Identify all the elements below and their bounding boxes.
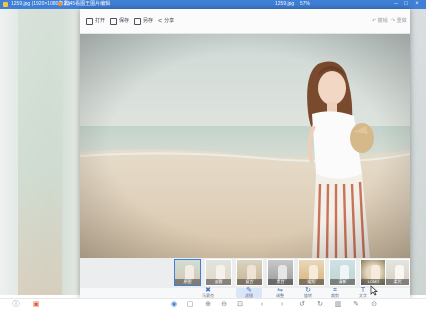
share-button[interactable]: < 分享 bbox=[158, 17, 174, 26]
trash-icon[interactable]: ▥ bbox=[334, 301, 342, 309]
zoom-level: 57% bbox=[300, 1, 311, 7]
rotate-right-icon[interactable]: ↻ bbox=[316, 301, 324, 309]
close-icon[interactable]: × bbox=[413, 1, 421, 8]
mouse-cursor-icon bbox=[370, 285, 378, 296]
save-as-icon bbox=[134, 18, 141, 25]
zoom-in-icon[interactable]: ⊕ bbox=[204, 301, 212, 309]
filter-thumb[interactable]: 清新 bbox=[329, 259, 356, 286]
folder-icon bbox=[86, 18, 93, 25]
filter-thumb[interactable]: 柔光 bbox=[385, 259, 410, 286]
share-icon: < bbox=[158, 18, 163, 25]
photo-editor-dialog: 打开 保存 另存 < 分享 ↶ 撤销 ↷ 重做 原图 淡雅 复古 黑白 暖阳 清… bbox=[80, 9, 410, 298]
open-button[interactable]: 打开 bbox=[86, 17, 105, 26]
app-logo-icon bbox=[3, 2, 8, 7]
redo-icon: ↷ bbox=[391, 18, 396, 24]
fit-window-icon[interactable]: ⊡ bbox=[236, 301, 244, 309]
filter-thumb[interactable]: 原图 bbox=[174, 259, 201, 286]
filter-thumb[interactable]: 暖阳 bbox=[298, 259, 325, 286]
viewer-control-bar: ⓘ ▣ ◉ ▢ ⊕ ⊖ ⊡ ‹ › ↺ ↻ ▥ ✎ ⊙ bbox=[0, 298, 426, 312]
undo-button[interactable]: ↶ 撤销 bbox=[372, 17, 388, 26]
zoom-out-icon[interactable]: ⊖ bbox=[220, 301, 228, 309]
save-as-button[interactable]: 另存 bbox=[134, 17, 153, 26]
edit-pencil-icon[interactable]: ✎ bbox=[352, 301, 360, 309]
fullscreen-icon[interactable]: ▢ bbox=[186, 301, 194, 309]
save-icon bbox=[110, 18, 117, 25]
delete-icon[interactable]: ▣ bbox=[32, 301, 40, 309]
edit-icon[interactable]: ◉ bbox=[170, 301, 178, 309]
adjust-tool-button[interactable]: ⇋ 调整 bbox=[267, 287, 293, 298]
editor-badge-icon bbox=[58, 1, 62, 6]
editor-toolbar: 打开 保存 另存 < 分享 ↶ 撤销 ↷ 重做 bbox=[80, 9, 410, 34]
center-file-name: 1259.jpg bbox=[275, 1, 295, 7]
more-icon[interactable]: ⊙ bbox=[370, 301, 378, 309]
filter-thumb[interactable]: 复古 bbox=[236, 259, 263, 286]
maximize-icon[interactable]: □ bbox=[402, 1, 410, 8]
viewer-title-bar: 1259.jpg (1920×1080像素) 2345看图王图片编辑 1259.… bbox=[0, 0, 426, 9]
filter-filmstrip: 原图 淡雅 复古 黑白 暖阳 清新 LOMO 柔光 bbox=[80, 258, 410, 288]
crop-tool-button[interactable]: ⌗ 裁剪 bbox=[322, 287, 348, 298]
background-photo-right bbox=[410, 9, 426, 295]
edit-tools-bar: ✖ 马赛克 ✎ 滤镜 ⇋ 调整 ↻ 旋转 ⌗ 裁剪 T 文字 bbox=[80, 285, 410, 298]
mosaic-tool-button[interactable]: ✖ 马赛克 bbox=[195, 287, 221, 298]
previous-icon[interactable]: ‹ bbox=[258, 301, 266, 309]
filter-thumb[interactable]: 淡雅 bbox=[205, 259, 232, 286]
info-icon[interactable]: ⓘ bbox=[12, 301, 20, 309]
undo-icon: ↶ bbox=[372, 18, 377, 24]
filter-thumb[interactable]: 黑白 bbox=[267, 259, 294, 286]
next-icon[interactable]: › bbox=[278, 301, 286, 309]
minimize-icon[interactable]: – bbox=[392, 1, 400, 8]
rotate-left-icon[interactable]: ↺ bbox=[298, 301, 306, 309]
edited-photo[interactable] bbox=[80, 34, 410, 258]
rotate-tool-button[interactable]: ↻ 旋转 bbox=[295, 287, 321, 298]
redo-button[interactable]: ↷ 重做 bbox=[391, 17, 407, 26]
filter-thumb[interactable]: LOMO bbox=[360, 259, 387, 286]
filter-tool-button[interactable]: ✎ 滤镜 bbox=[236, 287, 262, 298]
background-photo-left bbox=[0, 9, 82, 295]
editor-doc-label: 2345看图王图片编辑 bbox=[58, 0, 110, 9]
save-button[interactable]: 保存 bbox=[110, 17, 129, 26]
